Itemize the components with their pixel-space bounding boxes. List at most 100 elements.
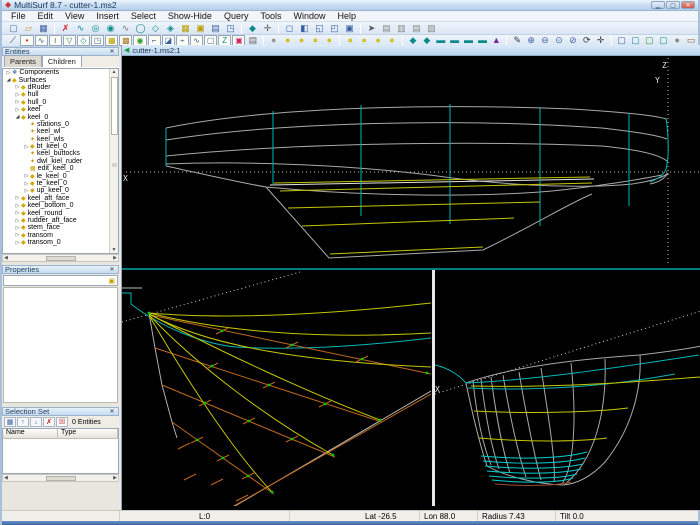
tree-item-keel_aft_face[interactable]: ▷ ◆ keel_aft_face (3, 195, 118, 202)
expand-arrow-icon[interactable]: ▷ (14, 218, 21, 224)
tree-item-up_keel_0[interactable]: ▷ ◆ up_keel_0 (3, 187, 118, 194)
properties-close-icon[interactable]: ✕ (108, 266, 116, 273)
gem-tool-icon[interactable]: ◆ (245, 22, 260, 34)
point-tool-icon[interactable]: ◎ (88, 22, 103, 34)
tab-children[interactable]: Children (41, 55, 82, 67)
expand-arrow-icon[interactable]: ▷ (23, 181, 30, 187)
tree-item-rudder_aft_face[interactable]: ▷ ◆ rudder_aft_face (3, 217, 118, 224)
close-button[interactable]: ✕ (681, 1, 695, 9)
tree-item-keel_wls[interactable]: ✦ keel_wls (3, 136, 118, 143)
selset-list-button[interactable]: ▦ (4, 417, 16, 427)
expand-arrow-icon[interactable]: ◢ (14, 114, 21, 120)
scroll-down-icon[interactable]: ▼ (112, 247, 117, 253)
save-file-icon[interactable]: ▦ (36, 22, 51, 34)
select-remove-icon[interactable]: ▥ (394, 22, 409, 34)
entities-tree[interactable]: ▲ ▼ ▷ ❖ Components ◢ ◆ Surfaces ▷ ◆ dRuder ▷ ◆ hull… (2, 68, 119, 254)
tree-item-hull[interactable]: ▷ ◆ hull (3, 91, 118, 98)
ccurve-entity-icon[interactable]: ≀ (48, 35, 62, 46)
tree-item-edit_keel_0[interactable]: ▦ edit_keel_0 (3, 165, 118, 172)
add-point-icon[interactable]: ✛ (260, 22, 275, 34)
selset-clear-button[interactable]: ☒ (56, 417, 68, 427)
menu-item-tools[interactable]: Tools (254, 11, 287, 21)
expand-arrow-icon[interactable]: ▷ (14, 99, 21, 105)
minimize-button[interactable]: ▁ (651, 1, 665, 9)
expand-arrow-icon[interactable]: ▷ (23, 173, 30, 179)
window-quad-icon[interactable]: ◱ (312, 22, 327, 34)
tree-item-dwl_kiel_ruder[interactable]: ✦ dwl_kiel_ruder (3, 158, 118, 165)
lofted-surface-icon[interactable]: ◈ (163, 22, 178, 34)
tab-parents[interactable]: Parents (4, 55, 42, 67)
point-entity-icon[interactable]: • (20, 35, 34, 46)
tree-item-transom_0[interactable]: ▷ ◆ transom_0 (3, 239, 118, 246)
table-entity-icon[interactable]: ▣ (193, 22, 208, 34)
expand-arrow-icon[interactable]: ▷ (14, 210, 21, 216)
tree-item-le_keel_0[interactable]: ▷ ◆ le_keel_0 (3, 172, 118, 180)
viewport-title-bar[interactable]: ◀ cutter-1.ms2:1 (122, 45, 700, 56)
expand-arrow-icon[interactable]: ▷ (14, 92, 21, 98)
tree-item-dRuder[interactable]: ▷ ◆ dRuder (3, 84, 118, 91)
menu-item-select[interactable]: Select (125, 11, 162, 21)
tree-item-te_keel_0[interactable]: ▷ ◆ te_keel_0 (3, 180, 118, 187)
grid-entity-icon[interactable]: ▦ (178, 22, 193, 34)
selset-move-up-button[interactable]: ↑ (17, 417, 29, 427)
select-arrow-icon[interactable]: ➤ (364, 22, 379, 34)
tree-item-transom[interactable]: ▷ ◆ transom (3, 232, 118, 239)
tree-item-Components[interactable]: ▷ ❖ Components (3, 69, 118, 76)
expand-arrow-icon[interactable]: ▷ (14, 240, 21, 246)
tree-item-keel_buttocks[interactable]: ✦ keel_buttocks (3, 150, 118, 157)
select-all-icon[interactable]: ▧ (424, 22, 439, 34)
expand-arrow-icon[interactable]: ▷ (14, 84, 21, 90)
shield-entity-icon[interactable]: ◇ (76, 35, 91, 46)
window-tile-icon[interactable]: ◰ (327, 22, 342, 34)
scroll-up-icon[interactable]: ▲ (112, 69, 117, 75)
selection-set-close-icon[interactable]: ✕ (108, 408, 116, 415)
maximize-button[interactable]: ▢ (666, 1, 680, 9)
menu-item-window[interactable]: Window (287, 11, 331, 21)
expand-arrow-icon[interactable]: ▷ (14, 232, 21, 238)
selset-move-down-button[interactable]: ↓ (30, 417, 42, 427)
tree-item-keel_wl[interactable]: ✦ keel_wl (3, 128, 118, 135)
grid-surface-icon[interactable]: ▦ (105, 35, 119, 46)
circle-tool-icon[interactable]: ◯ (133, 22, 148, 34)
drawing-canvas[interactable]: ZY X X (122, 56, 700, 506)
window-single-icon[interactable]: ◻ (282, 22, 297, 34)
properties-tag-icon[interactable]: ▣ (108, 277, 117, 285)
menu-item-help[interactable]: Help (332, 11, 363, 21)
window-hsplit-icon[interactable]: ◧ (297, 22, 312, 34)
solid-entity-icon[interactable]: ▤ (208, 22, 223, 34)
expand-arrow-icon[interactable]: ▷ (14, 203, 21, 209)
menu-item-show-hide[interactable]: Show-Hide (162, 11, 218, 21)
column-header-name[interactable]: Name (3, 429, 58, 438)
entities-hscrollbar[interactable]: ◀ ▶ (2, 254, 119, 262)
tree-item-bt_keel_0[interactable]: ▷ ◆ bt_keel_0 (3, 143, 118, 150)
scroll-thumb[interactable] (110, 77, 118, 135)
new-file-icon[interactable]: ▢ (6, 22, 21, 34)
profile-view-drawing[interactable]: ZY X (122, 56, 700, 267)
delete-entity-icon[interactable]: ✗ (58, 22, 73, 34)
menu-item-insert[interactable]: Insert (90, 11, 125, 21)
surface-tool-icon[interactable]: ◇ (148, 22, 163, 34)
tree-item-hull_0[interactable]: ▷ ◆ hull_0 (3, 99, 118, 106)
expand-arrow-icon[interactable]: ▷ (5, 70, 12, 76)
insert-curve-icon[interactable]: ∿ (73, 22, 88, 34)
selset-remove-button[interactable]: ✗ (43, 417, 55, 427)
fit-curve-icon[interactable]: ∿ (118, 22, 133, 34)
tree-item-stem_face[interactable]: ▷ ◆ stem_face (3, 224, 118, 231)
select-list-icon[interactable]: ▤ (409, 22, 424, 34)
entities-close-icon[interactable]: ✕ (108, 48, 116, 55)
menu-item-view[interactable]: View (59, 11, 90, 21)
properties-name-field[interactable]: ▣ (3, 275, 118, 286)
tree-item-keel_0[interactable]: ◢ ◆ keel_0 (3, 113, 118, 121)
tree-item-Surfaces[interactable]: ◢ ◆ Surfaces (3, 76, 118, 84)
selection-set-hscrollbar[interactable]: ◀ ▶ (2, 474, 119, 482)
expand-arrow-icon[interactable]: ▷ (14, 107, 21, 113)
perspective-keel-view-drawing[interactable] (122, 270, 431, 506)
menu-item-edit[interactable]: Edit (32, 11, 60, 21)
bcurve-entity-icon[interactable]: ∿ (34, 35, 48, 46)
tree-item-keel[interactable]: ▷ ◆ keel (3, 106, 118, 113)
expand-arrow-icon[interactable]: ▷ (14, 225, 21, 231)
expand-arrow-icon[interactable]: ▷ (14, 195, 21, 201)
foil-entity-icon[interactable]: ▽ (62, 35, 76, 46)
expand-arrow-icon[interactable]: ▷ (23, 188, 30, 194)
menu-item-file[interactable]: File (5, 11, 32, 21)
